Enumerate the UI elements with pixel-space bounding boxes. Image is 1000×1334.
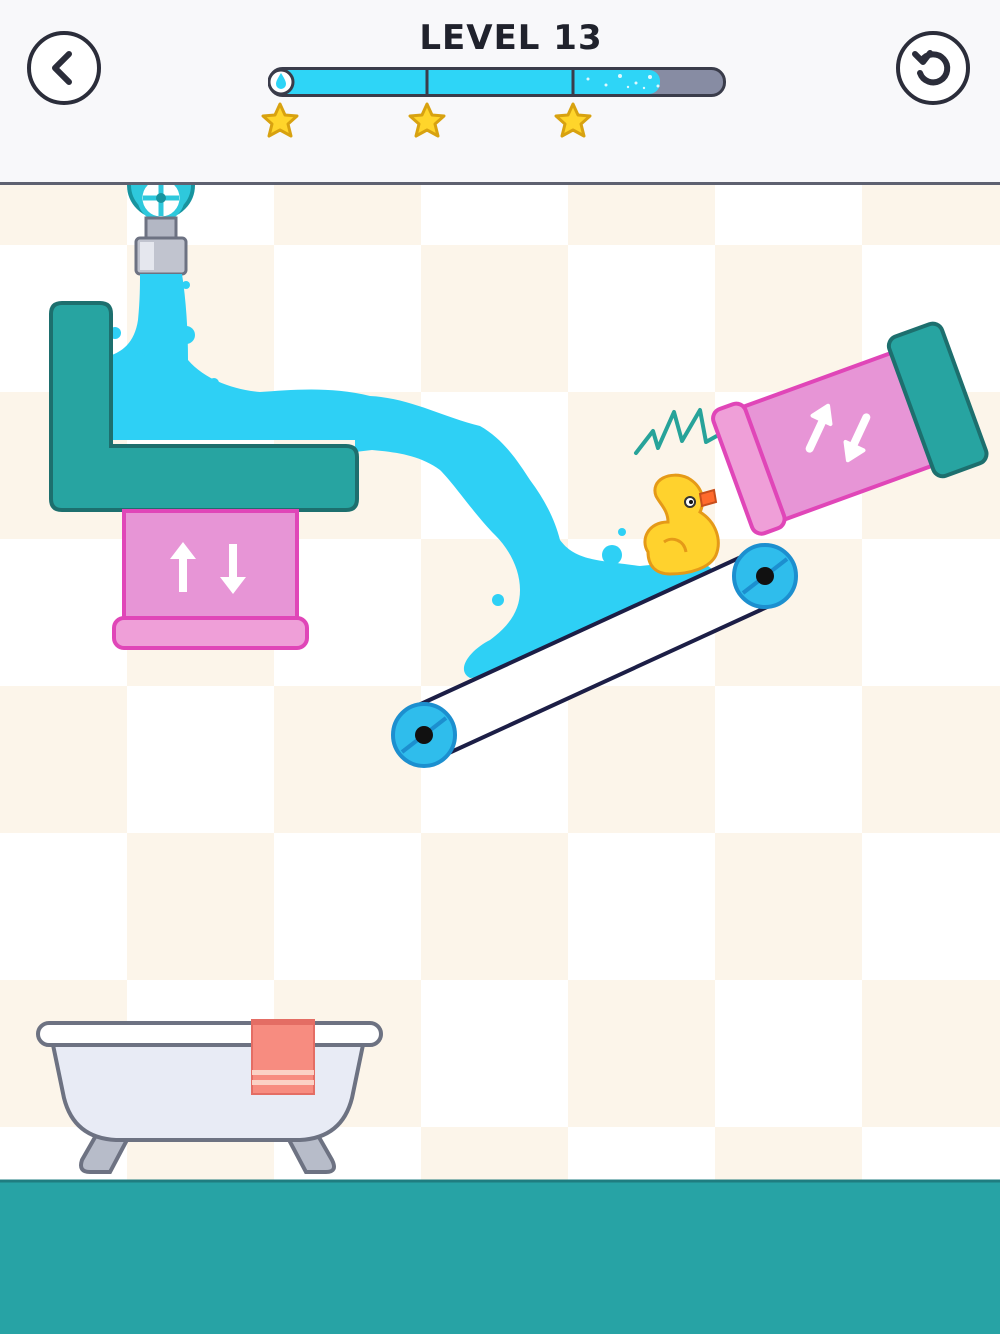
conveyor-wheel (391, 702, 457, 768)
star-icon (554, 102, 592, 138)
top-bar: LEVEL 13 (0, 0, 1000, 185)
level-title: LEVEL 13 (419, 18, 603, 58)
floor (0, 1180, 1000, 1334)
conveyor-wheel (732, 543, 798, 609)
star-icon (261, 102, 299, 138)
progress-fill (271, 70, 660, 94)
water-progress-bar (268, 67, 726, 97)
pink-slider-block[interactable] (112, 509, 309, 650)
restart-button[interactable] (896, 31, 970, 105)
restart-icon (912, 50, 951, 86)
star-icon (408, 102, 446, 138)
game-scene (0, 185, 1000, 1334)
